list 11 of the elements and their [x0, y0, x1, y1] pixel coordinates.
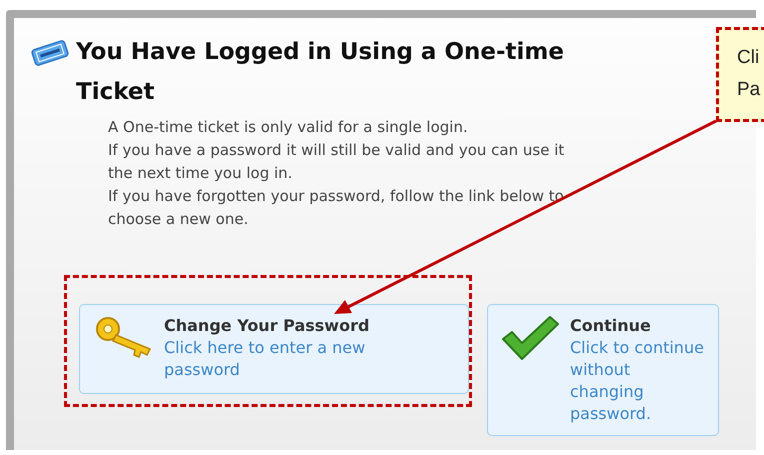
message-text: A One-time ticket is only valid for a single login. [108, 117, 469, 138]
option-description: Click here to enter a new password [164, 337, 366, 381]
option-title: Continue [570, 315, 652, 337]
dialog-title: You Have Logged in Using a One-time Ticket [76, 38, 565, 107]
callout-text: Pa [737, 78, 762, 102]
message-text: If you have a password it will still be valid and you can use it the next time you log in. [108, 140, 566, 184]
continue-button[interactable]: Continue Click to continue without changing password. [487, 304, 719, 436]
option-description: Click to continue without changing password. [570, 337, 705, 425]
option-title: Change Your Password [164, 315, 369, 337]
change-password-button[interactable]: Change Your Password Click here to enter a new password [79, 304, 469, 394]
callout-text: Cli [737, 46, 760, 70]
